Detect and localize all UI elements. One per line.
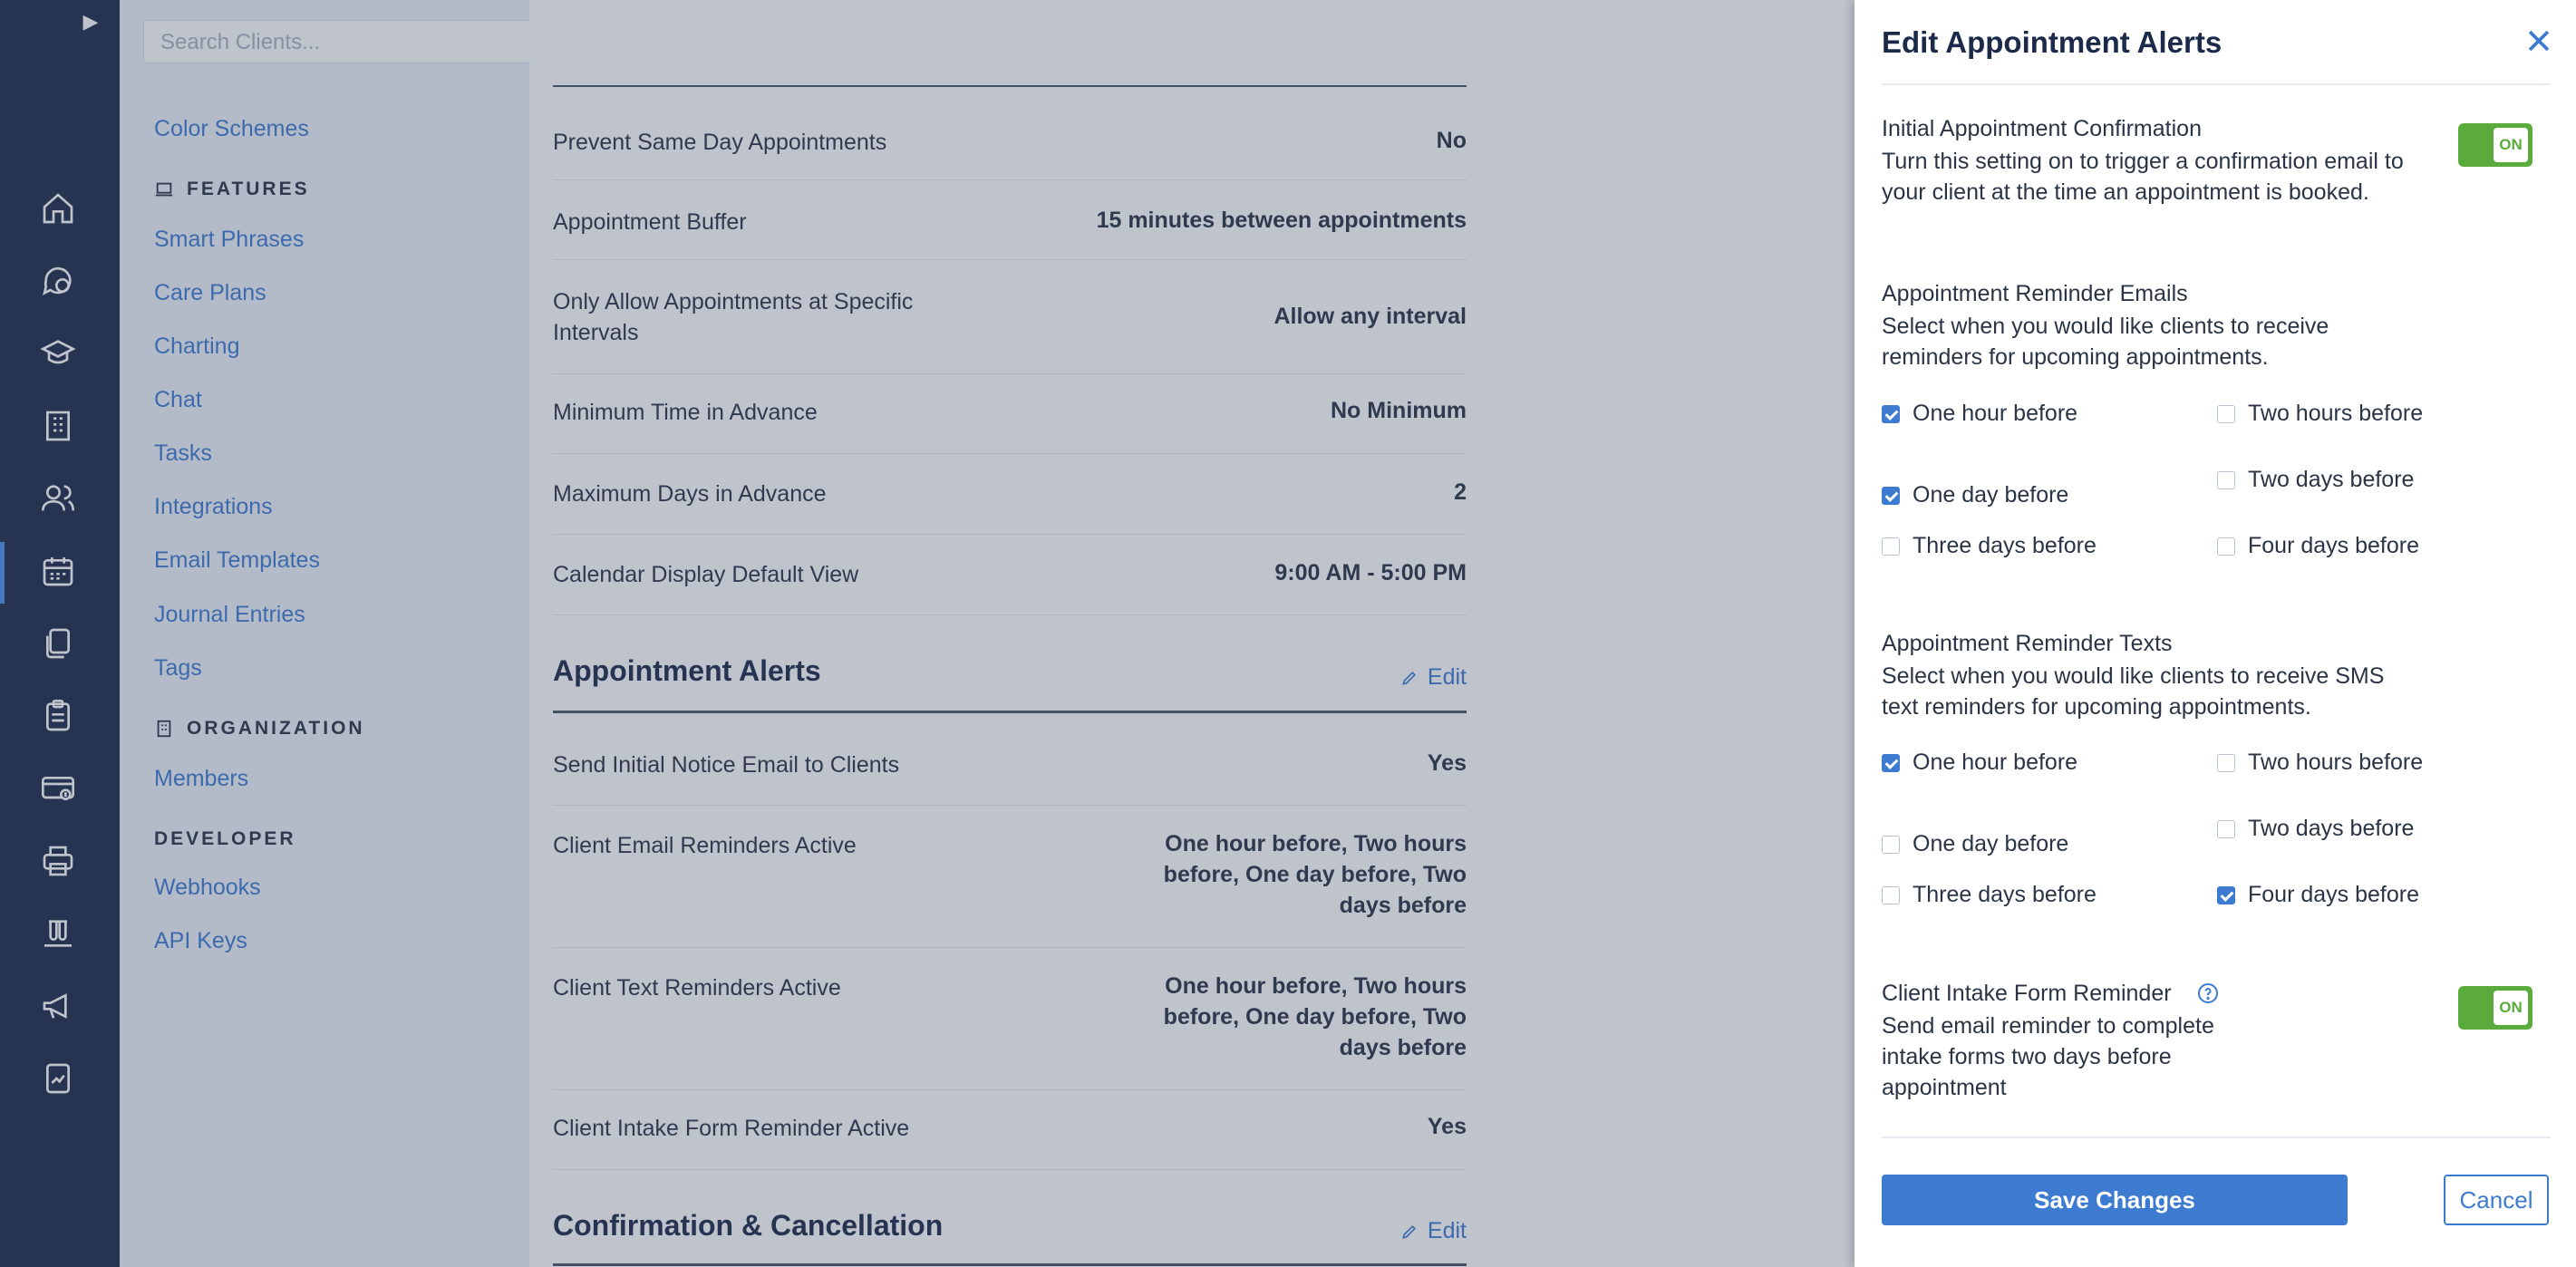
panel-title: Edit Appointment Alerts	[1882, 25, 2223, 59]
toggle-knob: ON	[2494, 991, 2528, 1025]
panel-divider	[1882, 83, 2551, 85]
email-three-days-checkbox[interactable]: Three days before	[1882, 530, 2103, 561]
text-one-day-checkbox[interactable]: One day before	[1882, 828, 2148, 859]
email-four-days-checkbox[interactable]: Four days before	[2217, 530, 2438, 561]
checkbox-label: Four days before	[2248, 533, 2419, 558]
intake-reminder-label: Client Intake Form Reminder	[1882, 981, 2172, 1006]
checkbox-label: Two hours before	[2248, 401, 2424, 426]
checkbox-box[interactable]	[1882, 836, 1900, 854]
email-one-day-checkbox[interactable]: One day before	[1882, 479, 2148, 510]
cancel-button[interactable]: Cancel	[2444, 1175, 2549, 1225]
checkbox-box[interactable]	[2217, 405, 2235, 423]
help-icon[interactable]	[2197, 982, 2219, 1004]
text-four-days-checkbox[interactable]: Four days before	[2217, 879, 2438, 910]
modal-backdrop[interactable]	[0, 0, 1855, 1267]
reminder-emails-label: Appointment Reminder Emails	[1882, 281, 2188, 306]
reminder-texts-label: Appointment Reminder Texts	[1882, 631, 2173, 656]
close-icon[interactable]	[2523, 25, 2554, 56]
checkbox-box[interactable]	[1882, 537, 1900, 556]
text-two-days-checkbox[interactable]: Two days before	[2217, 813, 2438, 844]
text-two-hours-checkbox[interactable]: Two hours before	[2217, 747, 2438, 778]
checkbox-box[interactable]	[2217, 537, 2235, 556]
checkbox-box[interactable]	[2217, 886, 2235, 904]
checkbox-label: One hour before	[1913, 750, 2078, 775]
checkbox-box[interactable]	[1882, 487, 1900, 505]
checkbox-label: Four days before	[2248, 882, 2419, 907]
text-three-days-checkbox[interactable]: Three days before	[1882, 879, 2103, 910]
initial-confirmation-description: Turn this setting on to trigger a confir…	[1882, 149, 2404, 205]
checkbox-label: Two hours before	[2248, 750, 2424, 775]
checkbox-box[interactable]	[1882, 754, 1900, 772]
checkbox-box[interactable]	[2217, 471, 2235, 489]
save-changes-button[interactable]: Save Changes	[1882, 1175, 2348, 1225]
panel-footer-divider	[1882, 1136, 2551, 1138]
checkbox-label: Three days before	[1913, 882, 2097, 907]
checkbox-label: One day before	[1913, 831, 2069, 856]
checkbox-label: Two days before	[2248, 816, 2415, 841]
checkbox-box[interactable]	[1882, 405, 1900, 423]
checkbox-label: Three days before	[1913, 533, 2097, 558]
checkbox-label: One day before	[1913, 482, 2069, 508]
reminder-emails-description: Select when you would like clients to re…	[1882, 314, 2329, 370]
email-two-hours-checkbox[interactable]: Two hours before	[2217, 398, 2438, 429]
checkbox-box[interactable]	[1882, 886, 1900, 904]
checkbox-box[interactable]	[2217, 754, 2235, 772]
reminder-texts-description: Select when you would like clients to re…	[1882, 663, 2385, 720]
initial-confirmation-label: Initial Appointment Confirmation	[1882, 116, 2202, 141]
intake-reminder-toggle[interactable]: ON	[2458, 986, 2532, 1030]
text-one-hour-checkbox[interactable]: One hour before	[1882, 747, 2103, 778]
intake-reminder-description: Send email reminder to complete intake f…	[1882, 1013, 2214, 1100]
checkbox-label: Two days before	[2248, 467, 2415, 492]
checkbox-box[interactable]	[2217, 820, 2235, 838]
email-one-hour-checkbox[interactable]: One hour before	[1882, 398, 2103, 429]
toggle-knob: ON	[2494, 128, 2528, 162]
email-two-days-checkbox[interactable]: Two days before	[2217, 464, 2438, 495]
edit-appointment-alerts-panel: Edit Appointment Alerts Initial Appointm…	[1855, 0, 2576, 1267]
initial-confirmation-toggle[interactable]: ON	[2458, 123, 2532, 167]
checkbox-label: One hour before	[1913, 401, 2078, 426]
